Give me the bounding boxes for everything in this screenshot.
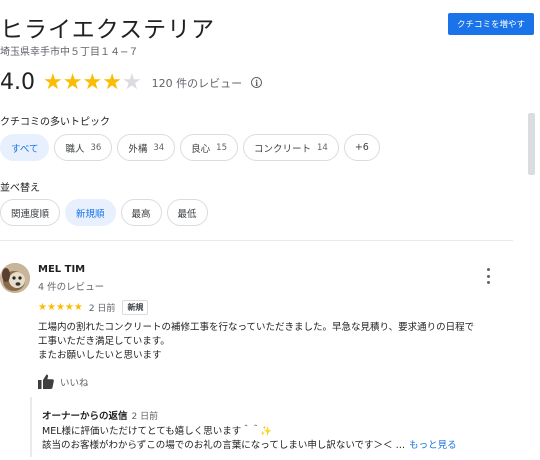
review-text-line: 工事いただき満足しています。 (38, 336, 170, 347)
topic-chip[interactable]: すべて (0, 134, 50, 161)
review-stars: ★ ★ ★ ★ ★ (38, 301, 83, 313)
topic-chip-count: 14 (317, 142, 328, 153)
new-badge: 新規 (122, 300, 149, 315)
review-text-line: またお願いしたいと思います (38, 350, 162, 361)
add-review-button[interactable]: クチコミを増やす (447, 13, 534, 35)
owner-reply-header: オーナーからの返信 2 日前 (42, 408, 158, 422)
rating-star-filled-icon: ★ (102, 69, 122, 95)
rating-star-filled-icon: ★ (82, 69, 103, 95)
rating-summary: 4.0 ★ ★ ★ ★ ★ 120 件のレビュー i (0, 69, 263, 95)
topics-label: クチコミの多いトピック (0, 117, 110, 128)
owner-reply-text: MEL様に評価いただけてとても嬉しく思います＾＾✨ (42, 426, 273, 437)
avatar-dog-image (0, 263, 30, 293)
scrollbar-thumb[interactable] (528, 113, 535, 175)
reviewer-name[interactable]: MEL TIM (38, 264, 85, 275)
topic-chip[interactable]: コンクリート 14 (243, 134, 339, 161)
sort-chips: 関連度順 新規順 最高 最低 (0, 199, 213, 226)
rating-star-filled-icon: ★ (62, 69, 83, 95)
rating-stars: ★ ★ ★ ★ ★ (43, 69, 142, 95)
topic-chip[interactable]: 外構 34 (117, 134, 176, 161)
topic-chip[interactable]: 職人 36 (54, 134, 113, 161)
sort-chip[interactable]: 新規順 (65, 199, 116, 226)
info-icon[interactable]: i (251, 77, 263, 88)
topic-chip-label: +6 (354, 142, 369, 153)
sort-label: 並べ替え (0, 183, 40, 194)
owner-reply-text-cont: 該当のお客様がわからずこの場でのお礼の言葉になってしまい申し訳ないです＞＜ … も… (42, 437, 457, 451)
rating-star-filled-icon: ★ (43, 69, 63, 95)
topic-chip-label: コンクリート (254, 143, 312, 155)
avatar[interactable] (0, 263, 30, 293)
review-text: 工場内の割れたコンクリートの補修工事を行なっていただきました。早急な見積り、要求… (38, 321, 518, 363)
topic-chip-count: 36 (90, 142, 102, 153)
rating-value: 4.0 (0, 70, 35, 95)
topic-chip-label: 良心 (191, 143, 211, 155)
like-label: いいね (60, 377, 89, 389)
owner-reply-title: オーナーからの返信 (42, 411, 128, 422)
divider (0, 240, 513, 241)
reviews-panel: ヒライエクステリア 埼玉県幸手市中５丁目１４−７ クチコミを増やす 4.0 ★ ★… (0, 0, 540, 460)
topic-chip-label: すべて (11, 143, 39, 155)
review-star-filled-icon: ★ (38, 301, 47, 313)
review-text-line: 工場内の割れたコンクリートの補修工事を行なっていただきました。早急な見積り、要求… (38, 322, 475, 333)
topic-chip-count: 15 (216, 142, 227, 153)
sort-chip[interactable]: 最低 (166, 199, 208, 226)
review-star-filled-icon: ★ (73, 301, 83, 313)
owner-reply-date: 2 日前 (131, 412, 159, 422)
topic-chip[interactable]: 良心 15 (180, 134, 238, 161)
review-rating-row: ★ ★ ★ ★ ★ 2 日前 新規 (38, 300, 149, 315)
review-date: 2 日前 (88, 304, 116, 314)
review-count[interactable]: 120 件のレビュー (152, 75, 243, 91)
review-star-filled-icon: ★ (55, 301, 65, 313)
read-more-link[interactable]: もっと見る (409, 440, 457, 451)
topic-chip-label: 外構 (128, 143, 148, 155)
thumbs-up-icon (38, 374, 54, 389)
review-star-filled-icon: ★ (46, 301, 56, 313)
sort-chip[interactable]: 関連度順 (0, 199, 61, 226)
business-address: 埼玉県幸手市中５丁目１４−７ (0, 47, 139, 58)
topic-chip-label: 職人 (65, 143, 85, 155)
more-options-icon[interactable] (484, 268, 492, 284)
reviewer-review-count: 4 件のレビュー (38, 282, 105, 293)
owner-reply-text-line: 該当のお客様がわからずこの場でのお礼の言葉になってしまい申し訳ないです＞＜ … (42, 440, 406, 451)
topic-chip-count: 34 (153, 142, 165, 153)
rating-star-empty-icon: ★ (121, 69, 142, 95)
business-name: ヒライエクステリア (0, 17, 216, 43)
owner-reply: オーナーからの返信 2 日前 MEL様に評価いただけてとても嬉しく思います＾＾✨ … (30, 397, 520, 457)
sort-chip[interactable]: 最高 (120, 199, 162, 226)
review-star-filled-icon: ★ (64, 301, 74, 313)
topic-chip[interactable]: +6 (343, 134, 380, 161)
topic-chips: すべて 職人 36 外構 34 良心 15 コンクリート 14 +6 (0, 134, 385, 161)
like-button[interactable]: いいね (38, 374, 89, 389)
